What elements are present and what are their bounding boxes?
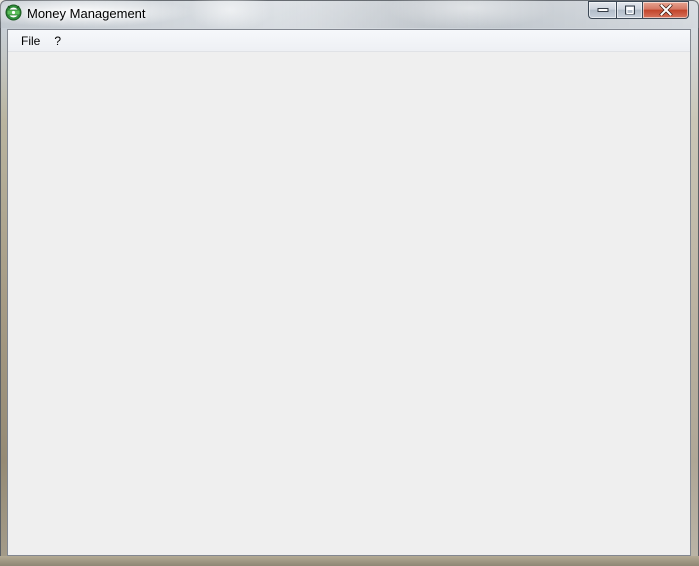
menu-bar: File ? [8, 30, 690, 52]
menu-file[interactable]: File [14, 32, 47, 50]
maximize-button[interactable] [616, 1, 642, 19]
minimize-button[interactable] [588, 1, 616, 19]
window-bottom-border [0, 556, 699, 566]
money-management-app-icon[interactable] [5, 4, 22, 21]
main-content-area [8, 52, 690, 555]
window-title: Money Management [27, 6, 146, 21]
caption-buttons [588, 1, 689, 20]
menu-help[interactable]: ? [47, 32, 68, 50]
app-window: Money Management File ? [0, 0, 699, 566]
close-button[interactable] [642, 1, 689, 19]
client-area: File ? [7, 29, 691, 556]
